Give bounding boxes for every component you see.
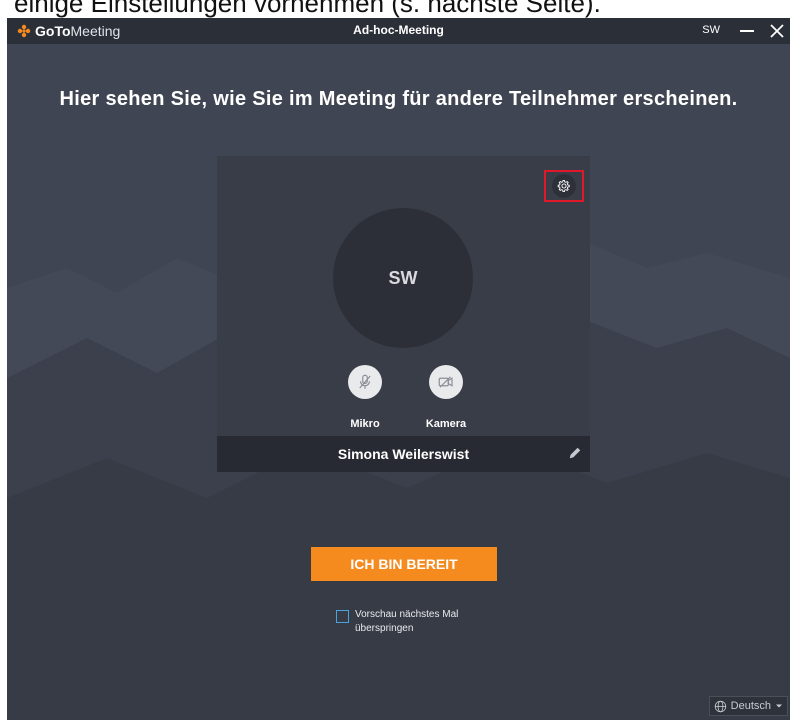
mic-toggle-button[interactable] [348,365,382,399]
brand-name-bold: GoTo [35,23,71,39]
camera-label: Kamera [425,418,467,430]
gear-icon [552,174,576,198]
close-icon[interactable] [766,20,788,42]
page-headline: Hier sehen Sie, wie Sie im Meeting für a… [59,88,738,110]
participant-name-bar: Simona Weilerswist [217,436,590,472]
mic-muted-icon [359,374,371,389]
user-initials: SW [702,24,720,36]
participant-name: Simona Weilerswist [337,446,470,462]
brand-name-light: Meeting [70,23,121,39]
video-preview-card: SW Mikro Kamera [217,156,590,436]
camera-off-icon [438,376,453,388]
skip-preview-option: Vorschau nächstes Mal überspringen [336,608,485,636]
language-select[interactable]: Deutsch [708,696,788,716]
mic-label: Mikro [350,418,380,430]
window-title: Ad-hoc-Meeting [353,23,444,37]
gotomeeting-window: GoTo Meeting Ad-hoc-Meeting SW Hier sehen… [7,18,790,720]
dropdown-arrow-icon [776,704,782,708]
gotomeeting-logo: GoTo Meeting [17,22,120,40]
minimize-icon[interactable] [736,20,758,42]
document-caption: einige Einstellungen vornehmen (s. nächs… [14,0,601,18]
camera-toggle-button[interactable] [429,365,463,399]
title-bar: GoTo Meeting Ad-hoc-Meeting SW [7,18,790,44]
ready-button[interactable]: ICH BIN BEREIT [311,547,497,581]
language-value: Deutsch [730,700,771,712]
skip-preview-checkbox[interactable] [336,610,349,623]
globe-icon [714,700,726,712]
avatar: SW [333,208,473,348]
skip-preview-label[interactable]: Vorschau nächstes Mal überspringen [355,608,485,636]
settings-button[interactable] [544,170,584,202]
gotomeeting-logo-icon [17,24,31,38]
pencil-icon[interactable] [568,446,582,460]
